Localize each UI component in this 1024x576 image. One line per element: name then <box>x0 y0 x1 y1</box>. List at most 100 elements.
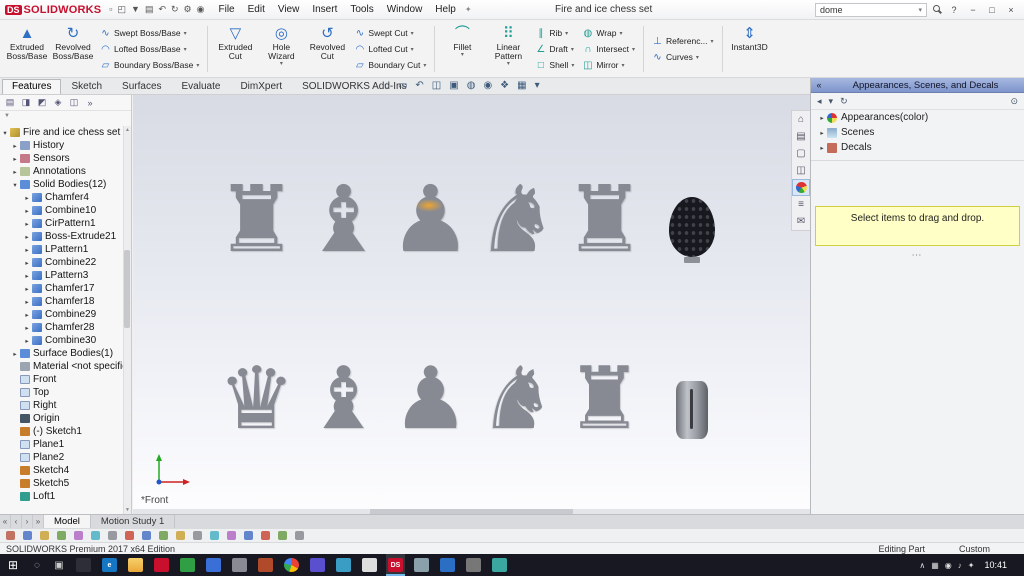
taskbar-app-icon[interactable] <box>152 554 171 576</box>
expander-icon[interactable]: ▸ <box>10 142 20 150</box>
hole-wizard-button[interactable]: ◎ Hole Wizard ▾ <box>258 23 304 75</box>
task-pane-tab-icon[interactable] <box>792 179 810 196</box>
tray-icon[interactable]: ◉ <box>945 561 952 570</box>
linear-pattern-button[interactable]: ⠿ Linear Pattern ▾ <box>485 23 531 75</box>
quick-access-icon[interactable]: ◉ <box>197 4 205 15</box>
revolved-boss-base-button[interactable]: ↻ Revolved Boss/Base <box>50 23 96 75</box>
expander-icon[interactable]: ▸ <box>22 272 32 280</box>
view-tool-icon[interactable]: ◉ <box>483 80 492 91</box>
tree-scrollbar[interactable]: ▲ ▼ <box>123 126 131 514</box>
window-control-button[interactable]: × <box>1003 5 1019 15</box>
ribbon-tab[interactable]: Surfaces <box>112 79 171 94</box>
resize-handle[interactable]: ⋯ <box>811 250 1024 261</box>
view-tool-icon[interactable]: ▦ <box>517 80 526 91</box>
tray-icon[interactable]: ♪ <box>958 561 962 570</box>
taskbar-app-icon[interactable] <box>126 554 145 576</box>
filter-icon[interactable]: ▼ <box>4 113 10 119</box>
ribbon-small-button[interactable]: ▱ Boundary Cut ▾ <box>352 58 428 73</box>
view-tool-icon[interactable]: ◌ <box>384 80 390 91</box>
taskbar-search-icon[interactable]: ◌ <box>26 560 48 571</box>
expander-icon[interactable]: ▸ <box>22 233 32 241</box>
fillet-button[interactable]: ⌒ Fillet ▾ <box>439 23 485 75</box>
taskbar-app-icon[interactable] <box>256 554 275 576</box>
tree-item[interactable]: ▸ Combine30 <box>0 334 123 347</box>
quick-access-icon[interactable]: ⚙ <box>184 4 192 15</box>
taskbar-app-icon[interactable] <box>360 554 379 576</box>
task-pane-tab-icon[interactable]: ▢ <box>792 145 810 162</box>
manager-tab-icon[interactable]: ▤ <box>4 97 16 108</box>
ribbon-small-button[interactable]: □ Shell ▾ <box>533 58 576 73</box>
ribbon-small-button[interactable]: ∩ Intersect ▾ <box>580 42 637 57</box>
task-pane-tab-icon[interactable]: ⌂ <box>792 111 810 128</box>
taskbar-app-icon[interactable] <box>74 554 93 576</box>
toolbar-icon[interactable] <box>278 531 287 540</box>
expander-icon[interactable]: ▸ <box>10 350 20 358</box>
ribbon-small-button[interactable]: ◫ Mirror ▾ <box>580 58 637 73</box>
search-input[interactable]: dome ▾ <box>815 3 927 17</box>
manager-tab-icon[interactable]: ◫ <box>68 97 80 108</box>
taskbar-app-icon[interactable] <box>334 554 353 576</box>
tree-item[interactable]: Right <box>0 399 123 412</box>
expander-icon[interactable]: ▸ <box>10 155 20 163</box>
view-tool-icon[interactable]: ▾ <box>535 80 540 91</box>
expander-icon[interactable]: ▸ <box>817 129 827 137</box>
toolbar-icon[interactable] <box>244 531 253 540</box>
task-pane-tab-icon[interactable]: ▤ <box>792 128 810 145</box>
extruded-cut-button[interactable]: ▽ Extruded Cut <box>212 23 258 75</box>
tree-item[interactable]: ▸ Chamfer28 <box>0 321 123 334</box>
chess-piece[interactable]: ♞ <box>474 147 561 263</box>
menu-item[interactable]: File <box>212 3 240 16</box>
view-tool-icon[interactable]: ❖ <box>500 80 509 91</box>
ribbon-small-button[interactable]: ⊥ Referenc... ▾ <box>650 34 716 49</box>
expander-icon[interactable]: ▸ <box>22 337 32 345</box>
tray-icon[interactable]: ∧ <box>919 561 925 570</box>
menu-item[interactable]: Edit <box>242 3 271 16</box>
tree-item[interactable]: ▸ Combine22 <box>0 256 123 269</box>
expander-icon[interactable]: ▸ <box>817 144 827 152</box>
expander-icon[interactable]: ▸ <box>817 114 827 122</box>
tree-item[interactable]: ▸ Chamfer4 <box>0 191 123 204</box>
quick-access-icon[interactable]: ▼ <box>131 4 140 15</box>
chess-piece[interactable]: ♜ <box>213 147 300 263</box>
manager-tab-icon[interactable]: » <box>84 98 96 108</box>
view-tool-icon[interactable]: ▭ <box>398 80 407 91</box>
toolbar-icon[interactable] <box>210 531 219 540</box>
expander-icon[interactable]: ▸ <box>22 220 32 228</box>
toolbar-icon[interactable] <box>125 531 134 540</box>
pin-icon[interactable]: ⊙ <box>1010 96 1018 107</box>
tab-scroll-button[interactable]: › <box>22 515 33 528</box>
toolbar-icon[interactable] <box>142 531 151 540</box>
toolbar-icon[interactable] <box>6 531 15 540</box>
chess-piece[interactable]: ♝ <box>300 147 387 263</box>
task-pane-tool-icon[interactable]: ◂ <box>817 96 822 107</box>
toolbar-icon[interactable] <box>91 531 100 540</box>
tab-scroll-button[interactable]: » <box>33 515 44 528</box>
chess-piece[interactable]: ♟ <box>387 327 474 439</box>
tree-item[interactable]: ▸ History <box>0 139 123 152</box>
task-pane-tab-icon[interactable]: ≡ <box>792 196 810 213</box>
tree-item[interactable]: ▸ Chamfer18 <box>0 295 123 308</box>
ribbon-tab[interactable]: Evaluate <box>172 79 231 94</box>
scroll-up-icon[interactable]: ▲ <box>125 127 130 133</box>
task-view-icon[interactable]: ▣ <box>48 560 70 571</box>
view-tool-icon[interactable]: ↶ <box>415 80 423 91</box>
menu-item[interactable]: View <box>272 3 306 16</box>
view-tool-icon[interactable]: ▣ <box>449 80 458 91</box>
instant3d-button[interactable]: ⇕ Instant3D <box>727 23 773 75</box>
toolbar-icon[interactable] <box>23 531 32 540</box>
tree-item[interactable]: ▸ Combine29 <box>0 308 123 321</box>
chess-piece[interactable]: ♛ <box>213 327 300 439</box>
taskbar-app-icon[interactable] <box>464 554 483 576</box>
quick-access-icon[interactable]: ↻ <box>171 4 179 15</box>
expander-icon[interactable]: ▸ <box>22 324 32 332</box>
chess-piece[interactable]: ♜ <box>561 327 648 439</box>
tree-item[interactable]: ▸ Surface Bodies(1) <box>0 347 123 360</box>
ribbon-small-button[interactable]: ∥ Rib ▾ <box>533 26 576 41</box>
view-tool-icon[interactable]: ◫ <box>432 80 441 91</box>
expander-icon[interactable]: ▾ <box>10 181 20 189</box>
tree-item[interactable]: Origin <box>0 412 123 425</box>
task-pane-tool-icon[interactable]: ↻ <box>840 96 848 107</box>
menu-item[interactable]: Window <box>381 3 429 16</box>
tray-icon[interactable]: ▦ <box>931 561 939 570</box>
tree-item[interactable]: ▾ Fire and ice chess set (Default <box>0 126 123 139</box>
